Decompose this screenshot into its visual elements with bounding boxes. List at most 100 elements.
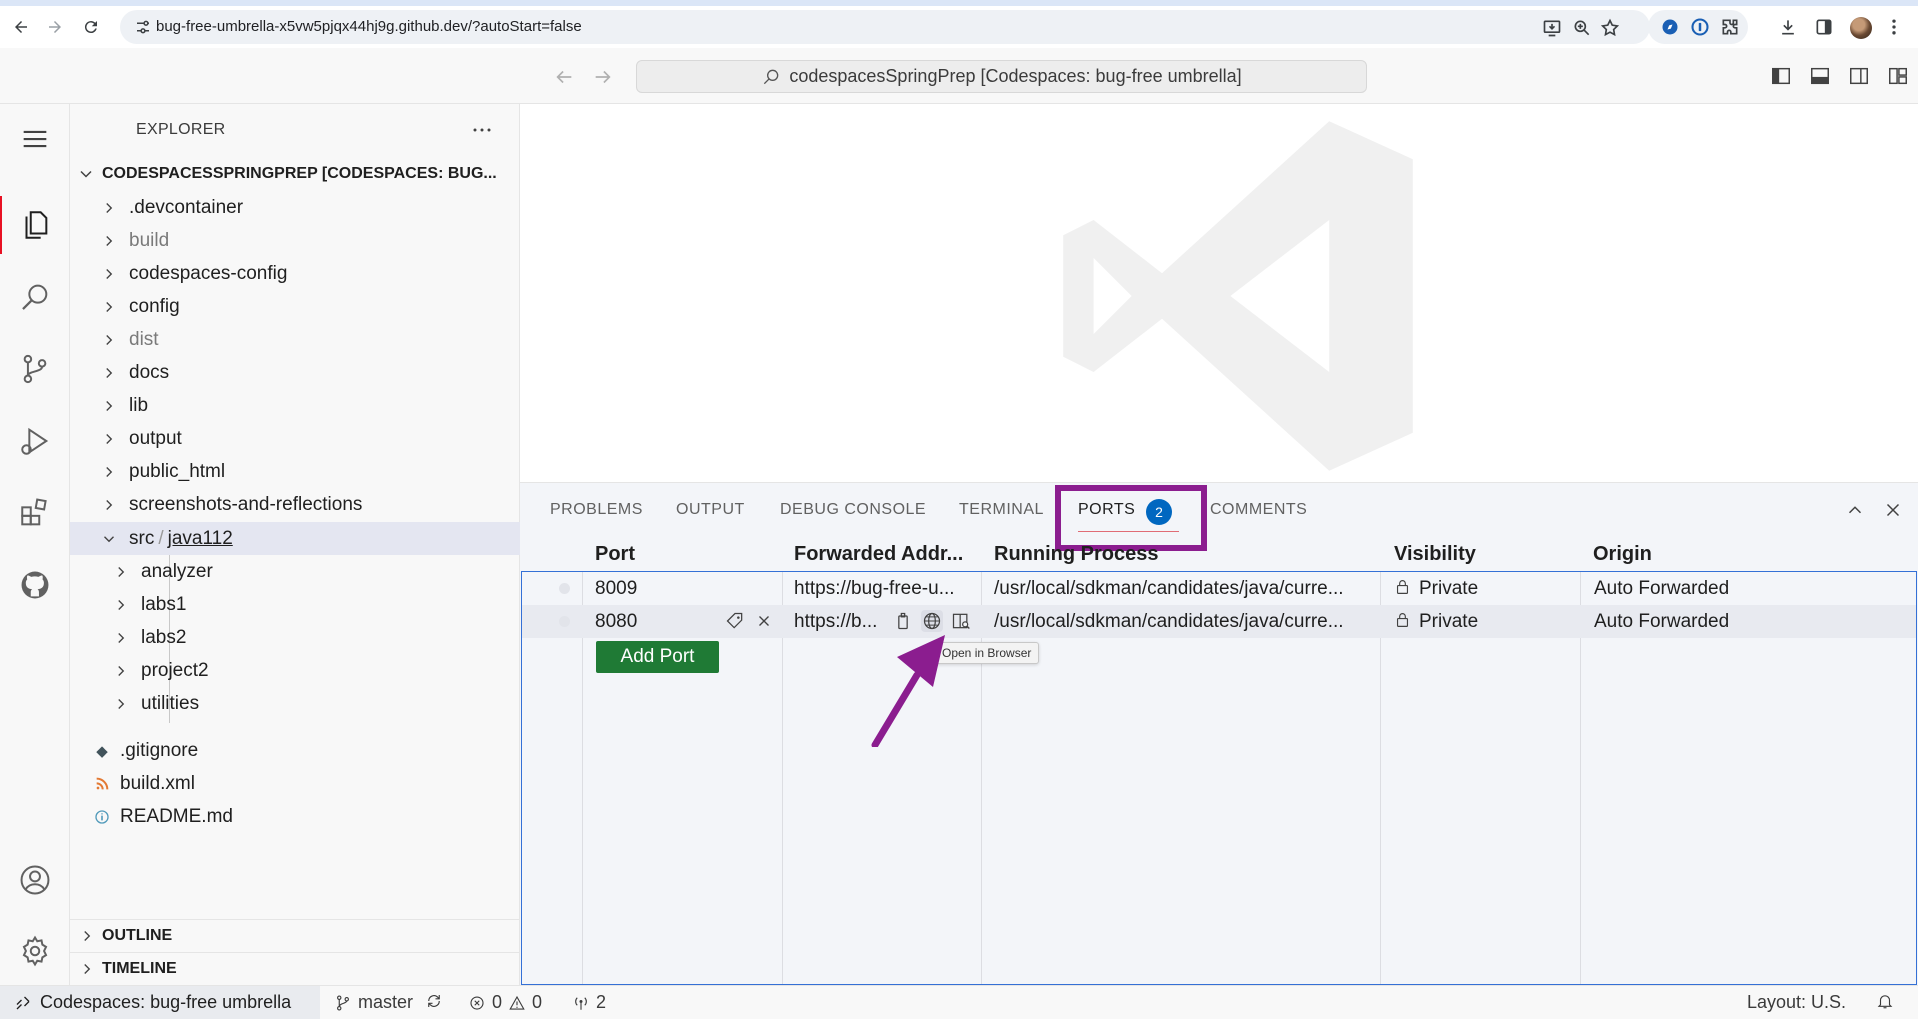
- menu-button[interactable]: [0, 104, 70, 174]
- column-running-process[interactable]: Running Process: [994, 543, 1158, 566]
- tree-file-readme[interactable]: README.md: [70, 800, 520, 833]
- notifications-button[interactable]: [1876, 992, 1894, 1010]
- source-control-icon: [23, 354, 47, 384]
- tree-folder[interactable]: config: [70, 290, 520, 323]
- tree-file-gitignore[interactable]: ◆ .gitignore: [70, 734, 520, 767]
- url-text[interactable]: bug-free-umbrella-x5vw5pjqx44hj9g.github…: [156, 18, 582, 35]
- branch-indicator[interactable]: master: [334, 992, 413, 1013]
- go-forward-icon[interactable]: [592, 66, 614, 88]
- stop-forwarding-button[interactable]: [753, 610, 775, 632]
- java112-folder-label: java112: [167, 527, 233, 549]
- outline-section[interactable]: OUTLINE: [70, 919, 520, 952]
- activity-accounts[interactable]: [0, 845, 70, 915]
- profile-avatar[interactable]: [1850, 17, 1872, 39]
- column-port[interactable]: Port: [595, 543, 635, 566]
- tree-folder[interactable]: lib: [70, 389, 520, 422]
- column-visibility[interactable]: Visibility: [1394, 543, 1476, 566]
- add-port-button[interactable]: Add Port: [596, 641, 719, 673]
- more-actions-icon[interactable]: [470, 118, 494, 142]
- tree-folder[interactable]: codespaces-config: [70, 257, 520, 290]
- toggle-panel-icon[interactable]: [1809, 65, 1831, 87]
- tab-comments[interactable]: COMMENTS: [1210, 501, 1307, 519]
- extensions-icon: [21, 498, 47, 526]
- column-origin[interactable]: Origin: [1593, 543, 1652, 566]
- toggle-primary-sidebar-icon[interactable]: [1770, 65, 1792, 87]
- tree-subfolder[interactable]: labs2: [70, 621, 520, 654]
- toggle-secondary-sidebar-icon[interactable]: [1848, 65, 1870, 87]
- tree-subfolder[interactable]: utilities: [70, 687, 520, 720]
- tree-folder[interactable]: docs: [70, 356, 520, 389]
- tree-folder[interactable]: screenshots-and-reflections: [70, 488, 520, 521]
- customize-layout-icon[interactable]: [1887, 65, 1909, 87]
- extension-compass-icon[interactable]: [1660, 17, 1680, 37]
- table-row[interactable]: 8009 https://bug-free-u... /usr/local/sd…: [522, 572, 1916, 605]
- editor-area[interactable]: [520, 104, 1918, 482]
- tree-subfolder[interactable]: labs1: [70, 588, 520, 621]
- remote-indicator[interactable]: Codespaces: bug-free umbrella: [0, 986, 320, 1019]
- address-bar[interactable]: bug-free-umbrella-x5vw5pjqx44hj9g.github…: [120, 10, 1650, 44]
- downloads-icon[interactable]: [1778, 17, 1798, 37]
- workspace-root-folder[interactable]: CODESPACESSPRINGPREP [CODESPACES: BUG...: [70, 158, 520, 190]
- tree-folder[interactable]: output: [70, 422, 520, 455]
- activity-github[interactable]: [0, 550, 70, 620]
- problems-indicator[interactable]: 0 0: [468, 992, 542, 1013]
- zoom-icon[interactable]: [1572, 18, 1592, 38]
- close-icon: [759, 616, 769, 626]
- tree-file-build-xml[interactable]: build.xml: [70, 767, 520, 800]
- chevron-right-icon: [106, 400, 113, 411]
- tree-folder[interactable]: public_html: [70, 455, 520, 488]
- tree-folder[interactable]: build: [70, 224, 520, 257]
- extensions-puzzle-icon[interactable]: [1720, 17, 1740, 37]
- install-app-icon[interactable]: [1542, 18, 1562, 38]
- tree-folder[interactable]: dist: [70, 323, 520, 356]
- tree-subfolder[interactable]: analyzer: [70, 555, 520, 588]
- side-panel-icon[interactable]: [1814, 17, 1834, 37]
- tab-terminal[interactable]: TERMINAL: [959, 501, 1044, 519]
- chevron-right-icon: [106, 433, 113, 444]
- table-row[interactable]: 8080 https://b... /usr/local/sdkman/cand…: [522, 605, 1916, 638]
- tab-debug-console[interactable]: DEBUG CONSOLE: [780, 501, 926, 519]
- activity-search[interactable]: [0, 262, 70, 332]
- tree-folder-src-java112[interactable]: src / java112: [70, 522, 520, 555]
- browser-menu-icon[interactable]: [1884, 17, 1904, 37]
- activity-explorer[interactable]: [0, 190, 70, 260]
- maximize-panel-icon[interactable]: [1844, 499, 1866, 521]
- visibility[interactable]: Private: [1394, 611, 1478, 633]
- running-process: /usr/local/sdkman/candidates/java/curre.…: [994, 611, 1344, 632]
- timeline-section[interactable]: TIMELINE: [70, 952, 520, 985]
- chevron-right-icon: [118, 698, 125, 709]
- set-port-label-button[interactable]: [724, 610, 746, 632]
- files-icon: [25, 211, 48, 239]
- site-settings-icon[interactable]: [134, 18, 152, 36]
- git-branch-icon: [337, 995, 349, 1010]
- warning-icon: [509, 995, 525, 1010]
- reload-icon: [84, 21, 97, 34]
- activity-extensions[interactable]: [0, 478, 70, 548]
- tree-subfolder[interactable]: project2: [70, 654, 520, 687]
- visibility[interactable]: Private: [1394, 578, 1478, 600]
- column-forwarded-address[interactable]: Forwarded Addr...: [794, 543, 963, 566]
- tab-problems[interactable]: PROBLEMS: [550, 501, 643, 519]
- command-center[interactable]: codespacesSpringPrep [Codespaces: bug-fr…: [636, 60, 1367, 93]
- port-number[interactable]: 8009: [595, 578, 637, 600]
- tab-output[interactable]: OUTPUT: [676, 501, 745, 519]
- go-back-icon[interactable]: [553, 66, 575, 88]
- browser-reload-button[interactable]: [78, 14, 104, 40]
- keyboard-layout-indicator[interactable]: Layout: U.S.: [1747, 992, 1846, 1013]
- browser-forward-button[interactable]: [42, 14, 68, 40]
- src-folder-label: src: [129, 527, 155, 549]
- vscode-titlebar: codespacesSpringPrep [Codespaces: bug-fr…: [0, 48, 1918, 104]
- activity-run-debug[interactable]: [0, 406, 70, 476]
- browser-back-button[interactable]: [8, 14, 34, 40]
- forwarded-ports-indicator[interactable]: 2: [572, 992, 606, 1013]
- close-panel-icon[interactable]: [1882, 499, 1904, 521]
- password-manager-icon[interactable]: [1690, 17, 1710, 37]
- activity-manage[interactable]: [0, 916, 70, 986]
- bookmark-star-icon[interactable]: [1600, 18, 1620, 38]
- sync-button[interactable]: [425, 992, 443, 1010]
- lock-icon: [1396, 580, 1409, 594]
- port-number[interactable]: 8080: [595, 611, 637, 633]
- tree-folder[interactable]: .devcontainer: [70, 191, 520, 224]
- activity-source-control[interactable]: [0, 334, 70, 404]
- forwarded-address[interactable]: https://bug-free-u...: [794, 578, 955, 600]
